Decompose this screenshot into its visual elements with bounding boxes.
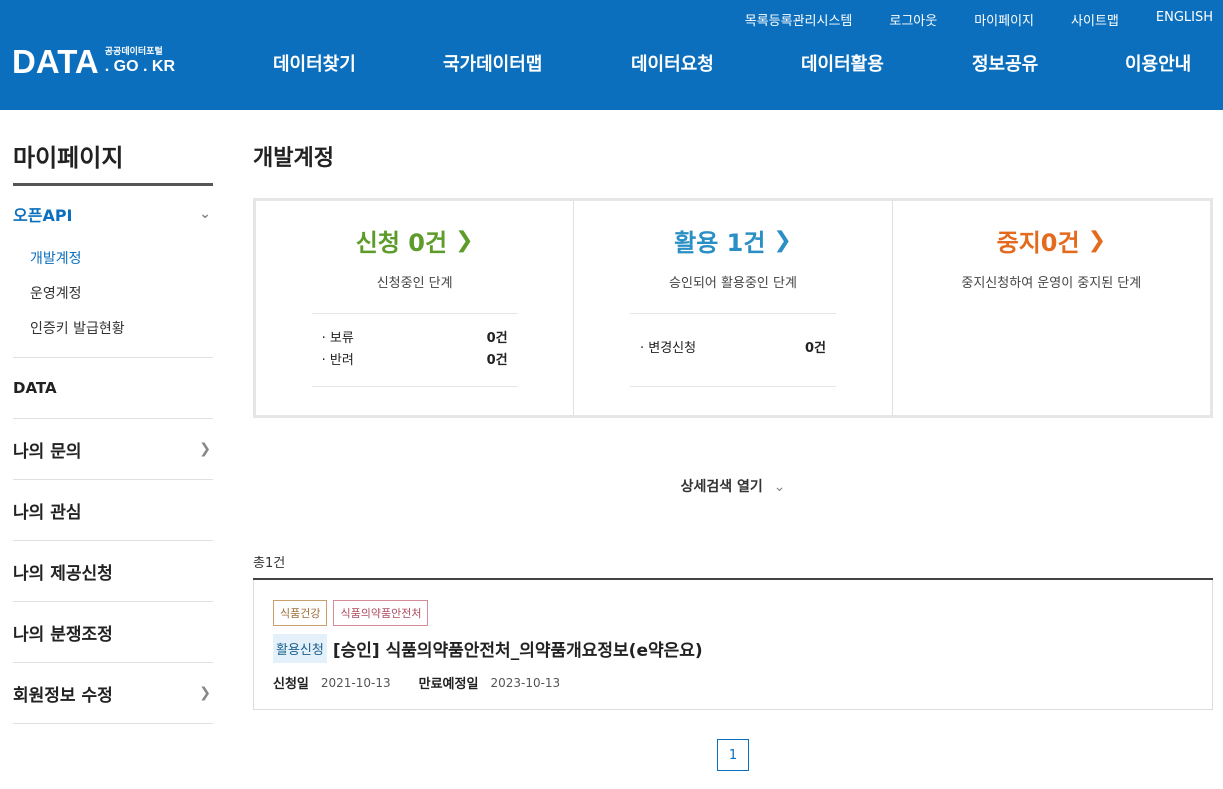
status-apply: 신청 0건 ❯ 신청중인 단계 · 보류 0건 · 반려 0건 bbox=[256, 201, 575, 415]
status-row-value: 0건 bbox=[486, 353, 508, 368]
status-stop-title: 중지0건 bbox=[996, 229, 1080, 257]
sidebar-section-open-api: 오픈API ⌄ 개발계정 운영계정 인증키 발급현황 bbox=[13, 186, 213, 358]
sidebar-item-label: 회원정보 수정 bbox=[13, 685, 113, 706]
status-row-value: 0건 bbox=[804, 341, 826, 356]
sidebar-subitem-dev-account[interactable]: 개발계정 bbox=[13, 242, 213, 277]
site-logo[interactable]: DATA 공공데이터포털 . GO . KR bbox=[12, 44, 175, 80]
card-dates: 신청일 2021-10-13 만료예정일 2023-10-13 bbox=[273, 673, 1193, 693]
utility-nav: 목록등록관리시스템 로그아웃 마이페이지 사이트맵 ENGLISH bbox=[708, 10, 1213, 29]
util-link-english[interactable]: ENGLISH bbox=[1156, 10, 1213, 29]
status-row-label: · 변경신청 bbox=[639, 341, 697, 356]
sidebar-item-edit-profile[interactable]: 회원정보 수정 ❯ bbox=[13, 663, 213, 724]
sidebar-item-my-interest[interactable]: 나의 관심 bbox=[13, 480, 213, 541]
nav-national-data-map[interactable]: 국가데이터맵 bbox=[443, 50, 542, 76]
util-link-catalog[interactable]: 목록등록관리시스템 bbox=[745, 10, 853, 29]
org-tag: 식품의약품안전처 bbox=[333, 600, 429, 626]
card-title-row: 활용신청 [승인] 식품의약품안전처_의약품개요정보(e약은요) bbox=[273, 634, 1193, 663]
chevron-right-icon: ❯ bbox=[773, 228, 792, 253]
logo-sub-domain: . GO . KR bbox=[104, 58, 175, 75]
nav-info-share[interactable]: 정보공유 bbox=[972, 50, 1038, 76]
util-link-sitemap[interactable]: 사이트맵 bbox=[1071, 10, 1119, 29]
chevron-down-icon: ⌄ bbox=[773, 479, 786, 495]
nav-data-use[interactable]: 데이터활용 bbox=[801, 50, 884, 76]
status-apply-desc: 신청중인 단계 bbox=[376, 276, 453, 291]
nav-guide[interactable]: 이용안내 bbox=[1125, 50, 1191, 76]
apply-date-label: 신청일 bbox=[273, 677, 309, 692]
tag-group: 식품건강 식품의약품안전처 bbox=[273, 600, 1193, 626]
status-use-desc: 승인되어 활용중인 단계 bbox=[669, 276, 797, 291]
util-link-mypage[interactable]: 마이페이지 bbox=[974, 10, 1034, 29]
apply-date-value: 2021-10-13 bbox=[320, 675, 391, 690]
sidebar-item-my-dispute[interactable]: 나의 분쟁조정 bbox=[13, 602, 213, 663]
util-link-logout[interactable]: 로그아웃 bbox=[889, 10, 937, 29]
status-badge: 활용신청 bbox=[273, 634, 327, 663]
page-title: 개발계정 bbox=[253, 146, 334, 171]
status-row-label: · 보류 bbox=[321, 331, 354, 346]
chevron-right-icon: ❯ bbox=[455, 228, 474, 253]
category-tag: 식품건강 bbox=[273, 600, 328, 626]
chevron-right-icon: ❯ bbox=[1087, 228, 1107, 253]
page-number-button[interactable]: 1 bbox=[717, 739, 749, 771]
card-title-link[interactable]: [승인] 식품의약품안전처_의약품개요정보(e약은요) bbox=[333, 636, 703, 661]
status-use-list: · 변경신청 0건 bbox=[629, 313, 836, 387]
sidebar-item-data[interactable]: DATA bbox=[13, 358, 213, 419]
status-use-title: 활용 1건 bbox=[674, 229, 766, 257]
sidebar-subitem-auth-key[interactable]: 인증키 발급현황 bbox=[13, 312, 213, 347]
status-row-value: 0건 bbox=[486, 331, 508, 346]
status-stop: 중지0건 ❯ 중지신청하여 운영이 중지된 단계 bbox=[893, 201, 1210, 415]
status-row-label: · 반려 bbox=[321, 353, 354, 368]
chevron-right-icon: ❯ bbox=[199, 441, 211, 457]
detail-search-toggle[interactable]: 상세검색 열기 ⌄ bbox=[253, 476, 1213, 496]
status-use-link[interactable]: 활용 1건 ❯ bbox=[674, 223, 792, 258]
nav-find-data[interactable]: 데이터찾기 bbox=[273, 50, 356, 76]
header: 목록등록관리시스템 로그아웃 마이페이지 사이트맵 ENGLISH DATA 공… bbox=[0, 0, 1223, 110]
detail-search-label: 상세검색 열기 bbox=[680, 479, 763, 495]
chevron-right-icon: ❯ bbox=[199, 685, 211, 701]
logo-main-text: DATA bbox=[12, 43, 99, 80]
list-item: · 보류 0건 bbox=[322, 328, 508, 350]
logo-sub-korean: 공공데이터포털 bbox=[104, 47, 163, 57]
sidebar-item-label: 오픈API bbox=[13, 206, 73, 225]
status-apply-list: · 보류 0건 · 반려 0건 bbox=[311, 313, 518, 387]
sidebar: 마이페이지 오픈API ⌄ 개발계정 운영계정 인증키 발급현황 DATA 나의… bbox=[13, 110, 213, 724]
nav-data-request[interactable]: 데이터요청 bbox=[631, 50, 714, 76]
sidebar-item-label: 나의 분쟁조정 bbox=[13, 624, 113, 645]
status-use: 활용 1건 ❯ 승인되어 활용중인 단계 · 변경신청 0건 bbox=[574, 201, 893, 415]
list-item: 식품건강 식품의약품안전처 활용신청 [승인] 식품의약품안전처_의약품개요정보… bbox=[253, 580, 1213, 710]
sidebar-item-label: 나의 제공신청 bbox=[13, 563, 113, 584]
sidebar-item-open-api[interactable]: 오픈API ⌄ bbox=[13, 186, 213, 242]
sidebar-subitem-ops-account[interactable]: 운영계정 bbox=[13, 277, 213, 312]
result-count: 총1건 bbox=[253, 556, 286, 571]
list-item: · 반려 0건 bbox=[322, 350, 508, 372]
status-apply-link[interactable]: 신청 0건 ❯ bbox=[356, 223, 474, 258]
expire-date-label: 만료예정일 bbox=[418, 677, 479, 692]
status-apply-title: 신청 0건 bbox=[355, 229, 448, 257]
sidebar-item-label: 나의 문의 bbox=[13, 441, 82, 462]
expire-date-value: 2023-10-13 bbox=[490, 675, 561, 690]
logo-sub: 공공데이터포털 . GO . KR bbox=[105, 44, 175, 76]
sidebar-item-my-inquiry[interactable]: 나의 문의 ❯ bbox=[13, 419, 213, 480]
list-item: · 변경신청 0건 bbox=[640, 338, 826, 360]
main-content: 개발계정 신청 0건 ❯ 신청중인 단계 · 보류 0건 · 반려 0건 활용 bbox=[253, 110, 1213, 710]
chevron-down-icon: ⌄ bbox=[199, 206, 211, 222]
sidebar-title: 마이페이지 bbox=[13, 138, 213, 186]
sidebar-item-my-provision[interactable]: 나의 제공신청 bbox=[13, 541, 213, 602]
status-stop-desc: 중지신청하여 운영이 중지된 단계 bbox=[961, 276, 1142, 291]
status-stop-link[interactable]: 중지0건 ❯ bbox=[997, 223, 1106, 258]
sidebar-item-label: 나의 관심 bbox=[13, 502, 82, 523]
status-summary: 신청 0건 ❯ 신청중인 단계 · 보류 0건 · 반려 0건 활용 1건 ❯ … bbox=[253, 198, 1213, 418]
